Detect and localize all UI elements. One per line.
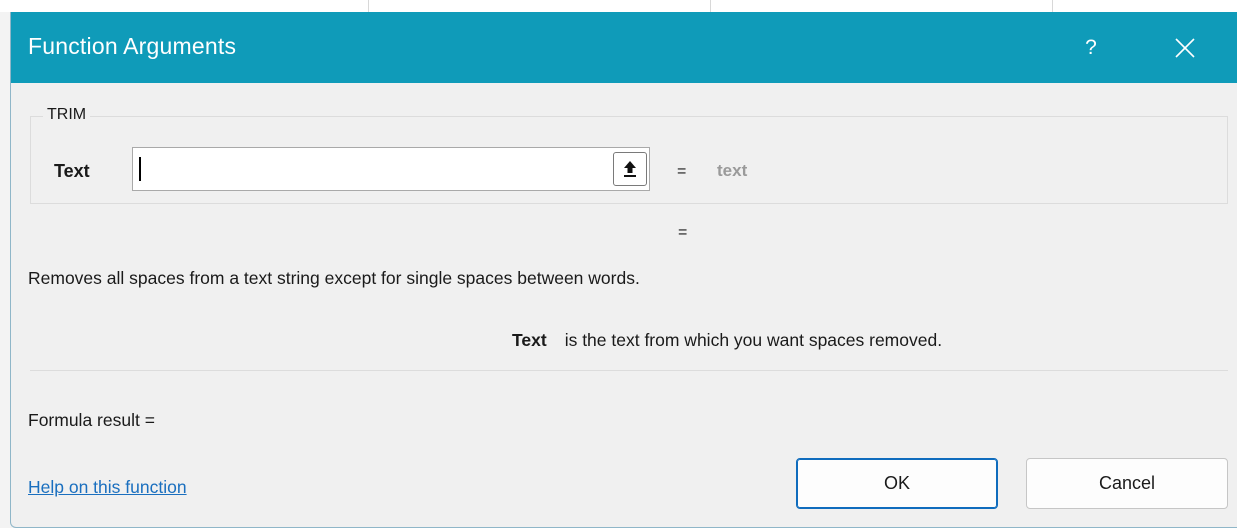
function-arguments-dialog: Function Arguments ? TRIM Text = text = …	[10, 12, 1237, 528]
parameter-description: is the text from which you want spaces r…	[564, 330, 943, 350]
text-caret	[139, 157, 141, 181]
close-button[interactable]	[1161, 30, 1209, 66]
argument-equals: =	[677, 163, 687, 180]
help-button[interactable]: ?	[1067, 30, 1115, 66]
collapse-dialog-button[interactable]	[613, 152, 647, 186]
spreadsheet-backdrop	[0, 0, 1237, 12]
cancel-button[interactable]: Cancel	[1026, 458, 1228, 509]
parameter-help: Text is the text from which you want spac…	[512, 330, 942, 351]
argument-label: Text	[54, 161, 90, 181]
function-group: TRIM Text = text	[30, 106, 1228, 204]
grid-line	[1052, 0, 1053, 12]
dialog-title: Function Arguments	[28, 33, 237, 59]
function-description: Removes all spaces from a text string ex…	[28, 268, 640, 288]
close-icon	[1175, 38, 1195, 58]
function-result-equals: =	[678, 224, 688, 241]
help-on-function-link[interactable]: Help on this function	[28, 477, 187, 498]
dialog-titlebar[interactable]: Function Arguments ?	[11, 12, 1237, 83]
grid-line	[710, 0, 711, 12]
formula-result: Formula result =	[28, 410, 155, 430]
arrow-up-icon	[624, 161, 636, 177]
argument-evaluated-value: text	[717, 161, 748, 180]
divider	[30, 370, 1228, 371]
ok-button[interactable]: OK	[796, 458, 998, 509]
text-argument-input[interactable]	[132, 147, 650, 191]
function-name: TRIM	[43, 106, 91, 124]
grid-line	[368, 0, 369, 12]
parameter-name: Text	[512, 330, 547, 350]
